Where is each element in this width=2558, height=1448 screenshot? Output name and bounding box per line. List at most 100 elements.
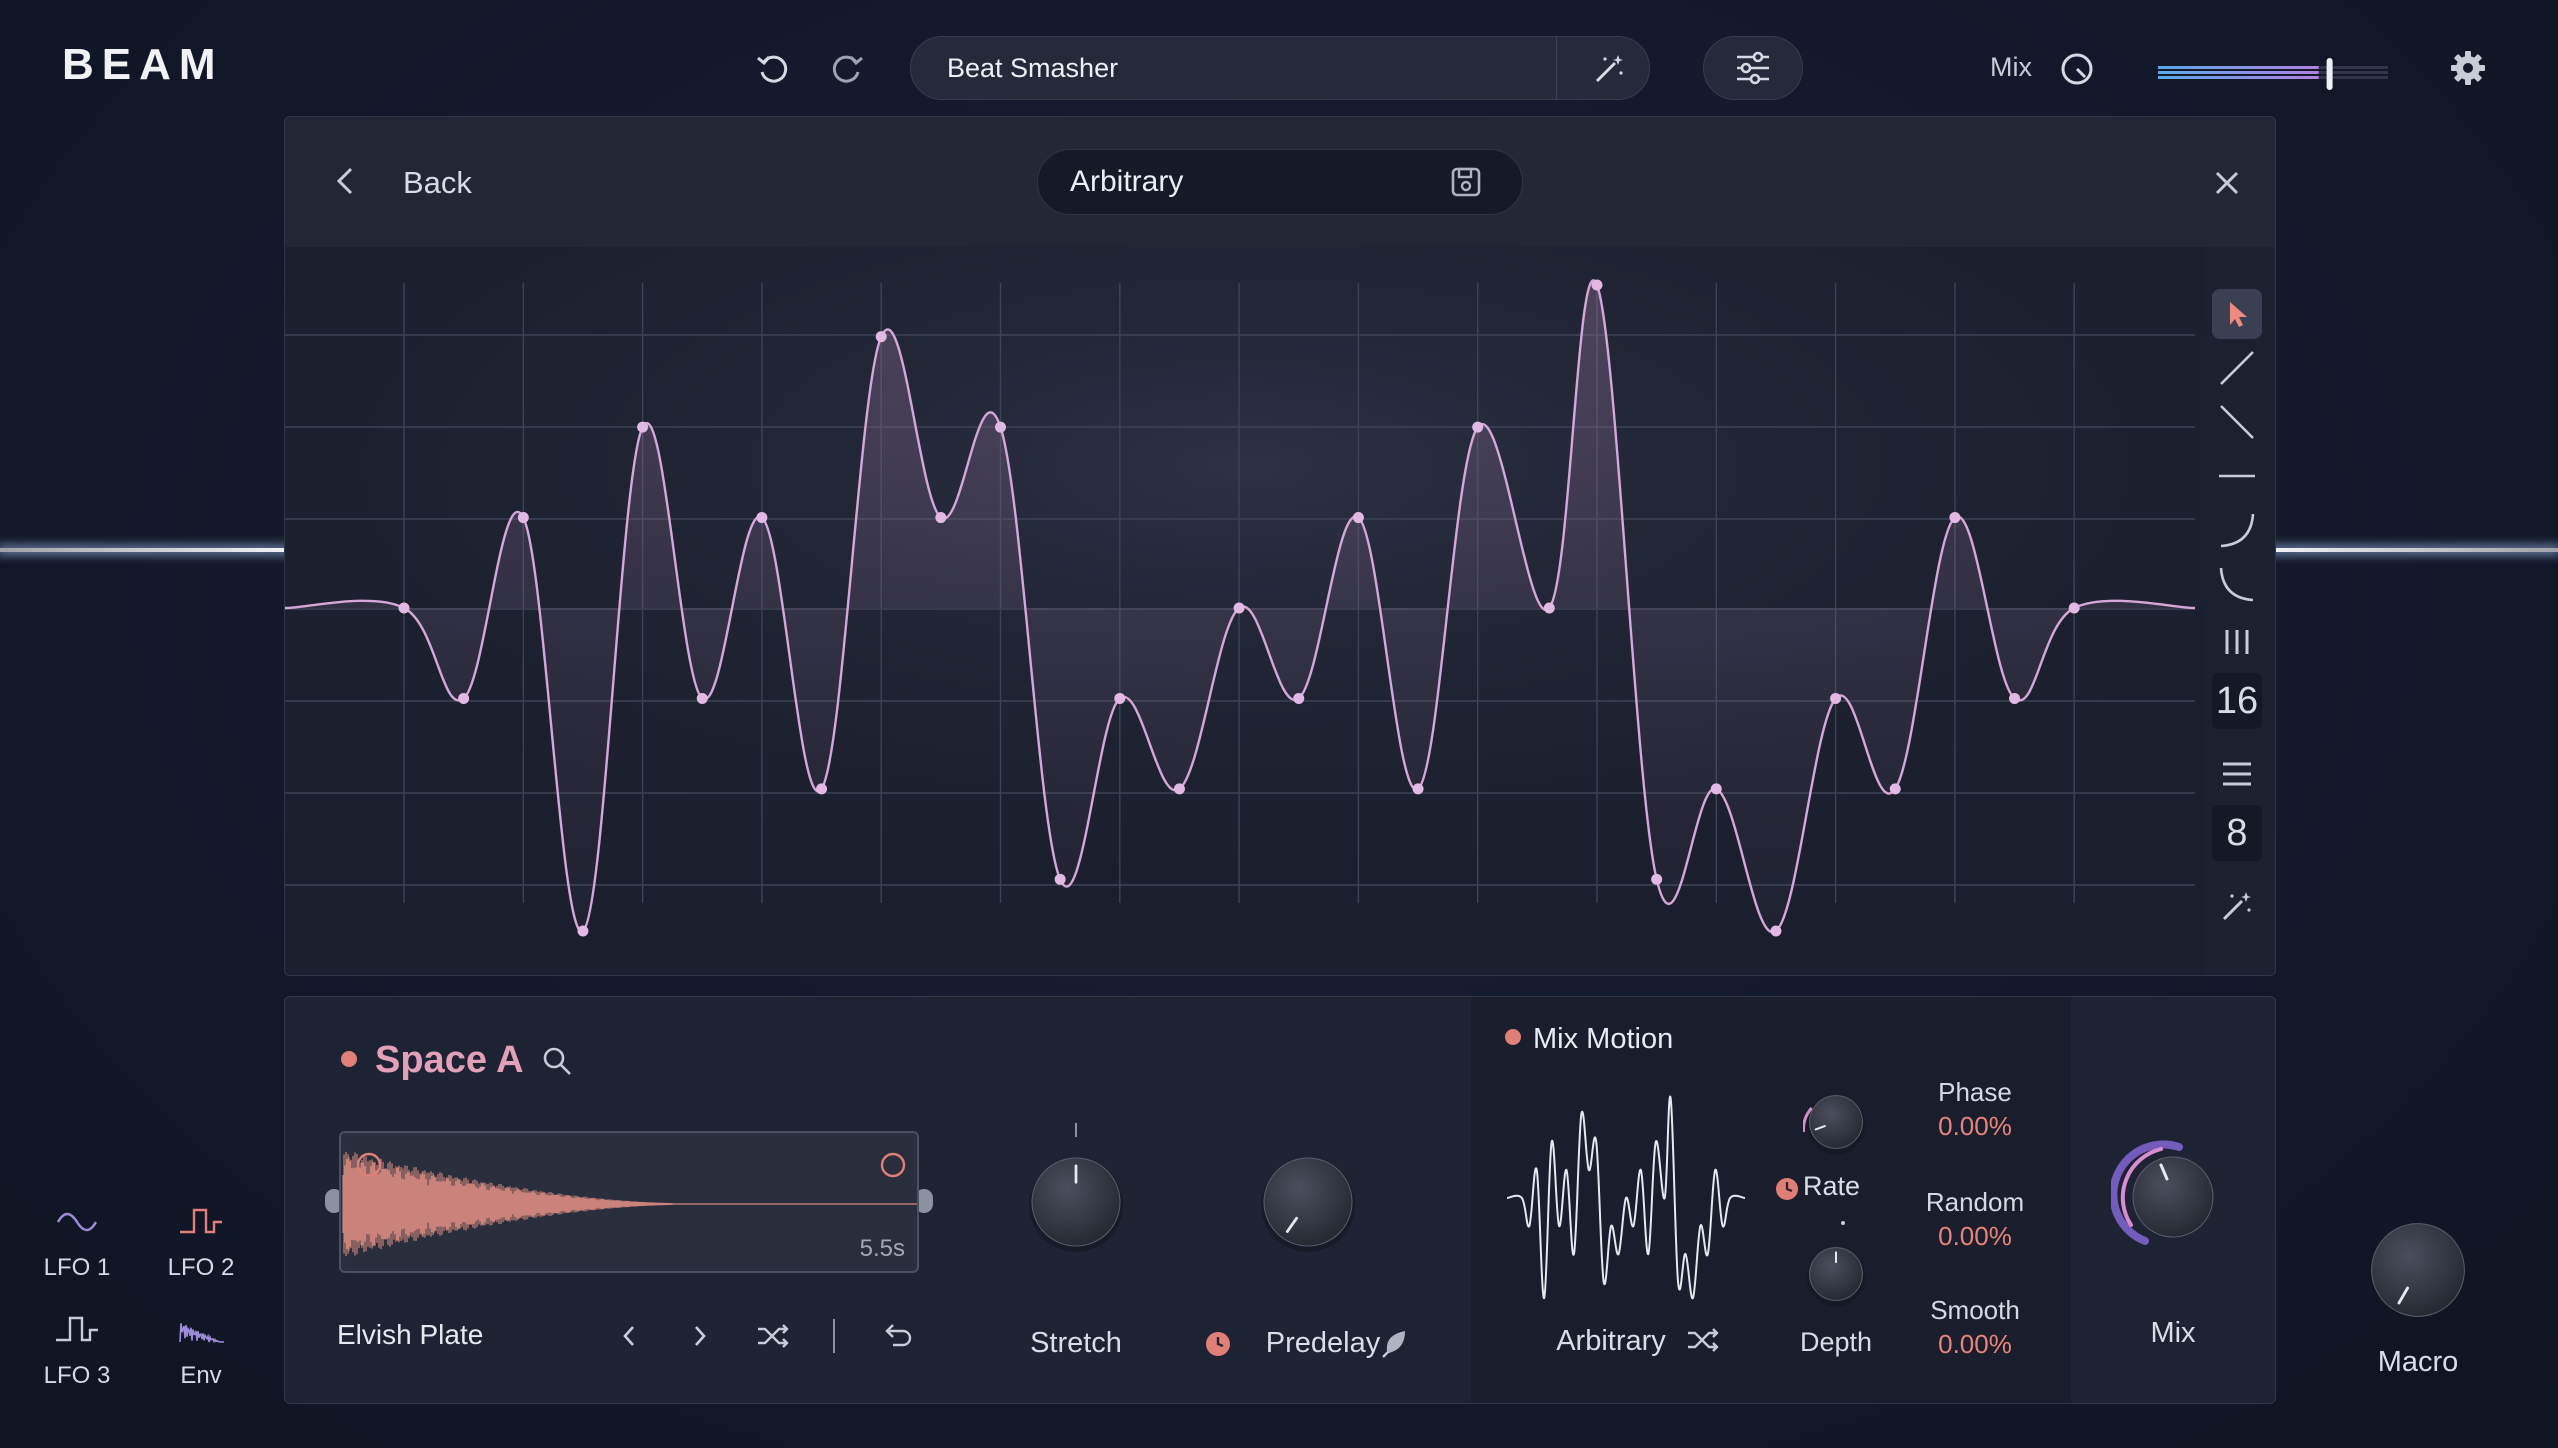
step-wave-icon[interactable] — [52, 1312, 102, 1348]
magic-wand-icon — [2222, 892, 2251, 921]
knob-body — [2132, 1156, 2214, 1238]
knob-body — [2371, 1223, 2465, 1317]
env-label[interactable]: Env — [151, 1362, 251, 1390]
search-icon[interactable] — [541, 1045, 573, 1077]
stretch-knob[interactable] — [1021, 1147, 1131, 1257]
shuffle-icon[interactable] — [755, 1319, 789, 1353]
shuffle-icon[interactable] — [1685, 1323, 1719, 1357]
mix-slider[interactable] — [2158, 58, 2388, 90]
depth-label: Depth — [1799, 1327, 1873, 1357]
sliders-icon — [1737, 51, 1769, 85]
phase-value[interactable]: 0.00% — [1895, 1111, 2055, 1142]
curve-point — [517, 512, 529, 524]
fall-line-tool[interactable] — [2212, 397, 2262, 447]
curve-point — [1591, 279, 1603, 291]
y-grid-value[interactable]: 8 — [2212, 805, 2262, 861]
light-streak-right — [2270, 548, 2558, 552]
sample-waveform[interactable]: 5.5s — [339, 1131, 919, 1273]
randomize-shape-tool[interactable] — [2212, 881, 2262, 931]
mix-knob[interactable] — [2111, 1135, 2235, 1259]
sliders-button[interactable] — [1703, 36, 1803, 100]
macro-knob[interactable] — [2360, 1212, 2476, 1328]
curve-point — [1889, 783, 1901, 795]
curve-down-tool[interactable] — [2212, 559, 2262, 609]
space-active-dot[interactable] — [341, 1051, 357, 1067]
chevron-right-icon[interactable] — [683, 1319, 717, 1353]
curve-point — [577, 925, 589, 937]
mix-knob-icon[interactable] — [2058, 50, 2096, 88]
lfo3-label[interactable]: LFO 3 — [27, 1362, 127, 1390]
curve-point — [816, 783, 828, 795]
depth-knob[interactable] — [1803, 1241, 1869, 1307]
flat-line-icon — [2219, 474, 2255, 478]
back-button[interactable]: Back — [403, 165, 472, 201]
curve-up-tool[interactable] — [2212, 505, 2262, 555]
slider-fill-line — [2158, 66, 2319, 69]
phase-label: Phase — [1938, 1077, 2012, 1107]
curve-point — [637, 421, 649, 433]
gear-icon[interactable] — [2448, 48, 2488, 88]
undo-icon[interactable] — [752, 46, 796, 90]
curve-down-icon — [2219, 567, 2254, 602]
smooth-value[interactable]: 0.00% — [1895, 1329, 2055, 1360]
preset-divider — [1556, 37, 1557, 99]
rise-line-icon — [2220, 351, 2254, 385]
shape-editor-panel: Back Arbitrary 16 8 — [284, 116, 2276, 976]
sine-wave-icon[interactable] — [52, 1204, 102, 1240]
chevron-left-icon[interactable] — [329, 163, 365, 199]
flat-line-tool[interactable] — [2212, 451, 2262, 501]
mix-motion-shape-preview[interactable] — [1501, 1093, 1751, 1303]
feather-icon[interactable] — [1377, 1327, 1411, 1361]
curve-point — [696, 692, 708, 704]
preset-selector[interactable]: Beat Smasher — [910, 36, 1650, 100]
square-wave-icon[interactable] — [176, 1204, 226, 1240]
rate-label: Rate — [1803, 1171, 1861, 1201]
save-icon[interactable] — [1448, 164, 1484, 200]
close-icon[interactable] — [2209, 165, 2245, 201]
space-title: Space A — [375, 1039, 524, 1081]
clock-icon[interactable] — [1775, 1177, 1799, 1201]
mix-motion-shape-name[interactable]: Arbitrary — [1511, 1325, 1711, 1358]
preset-name: Beat Smasher — [947, 53, 1119, 83]
redo-icon[interactable] — [824, 46, 868, 90]
curve-point — [1412, 783, 1424, 795]
curve-point — [1710, 783, 1722, 795]
pointer-tool[interactable] — [2212, 289, 2262, 339]
random-value[interactable]: 0.00% — [1895, 1221, 2055, 1252]
magic-wand-icon[interactable] — [1591, 51, 1627, 87]
preview-curve — [1506, 1095, 1746, 1300]
chevron-left-icon[interactable] — [613, 1319, 647, 1353]
cursor-icon — [2230, 302, 2247, 327]
curve-point — [1233, 602, 1245, 614]
lfo1-label[interactable]: LFO 1 — [27, 1254, 127, 1282]
curve-point — [2068, 602, 2080, 614]
curve-point — [1472, 421, 1484, 433]
smooth-label: Smooth — [1930, 1295, 2020, 1325]
slider-fill-line — [2158, 76, 2319, 79]
curve-point — [1054, 873, 1066, 885]
stretch-center-tick — [1075, 1123, 1077, 1137]
mix-motion-dot[interactable] — [1505, 1029, 1521, 1045]
x-grid-value[interactable]: 16 — [2212, 673, 2262, 729]
shape-selector[interactable]: Arbitrary — [1037, 149, 1523, 215]
knob-body — [1809, 1095, 1863, 1149]
curve-point — [1173, 783, 1185, 795]
curve-point — [935, 512, 947, 524]
envelope-icon[interactable] — [176, 1312, 226, 1348]
rise-line-tool[interactable] — [2212, 343, 2262, 393]
curve-point — [1543, 602, 1555, 614]
mix-motion-title: Mix Motion — [1533, 1023, 1674, 1055]
revert-icon[interactable] — [879, 1319, 913, 1353]
lfo2-label[interactable]: LFO 2 — [151, 1254, 251, 1282]
clock-icon[interactable] — [1205, 1331, 1231, 1357]
shape-graph[interactable] — [285, 247, 2205, 976]
macro-label: Macro — [2377, 1346, 2459, 1378]
shape-name: Arbitrary — [1070, 165, 1184, 198]
slider-thumb — [2326, 58, 2333, 90]
fall-line-icon — [2220, 405, 2254, 439]
brand-logo: BEAM — [62, 40, 224, 89]
editor-toolbar: 16 8 — [2209, 269, 2265, 969]
predelay-knob[interactable] — [1253, 1147, 1363, 1257]
rate-knob[interactable] — [1803, 1089, 1869, 1155]
sample-name: Elvish Plate — [337, 1319, 484, 1350]
